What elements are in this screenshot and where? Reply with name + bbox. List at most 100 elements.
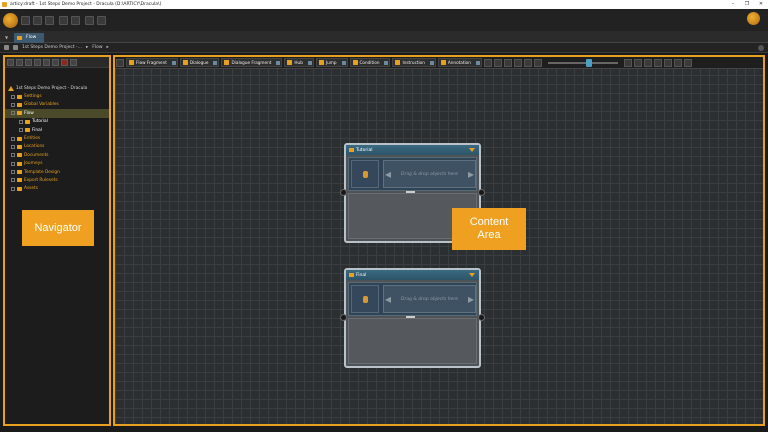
save-all-icon[interactable] [33, 15, 42, 25]
flow-fragment-button[interactable]: Flow Fragment [126, 58, 178, 67]
expand-icon[interactable] [11, 170, 15, 175]
home-icon[interactable] [4, 45, 9, 50]
export-image-icon[interactable] [643, 58, 652, 67]
template-select-icon[interactable] [213, 61, 218, 65]
user-menu-icon[interactable] [747, 12, 760, 25]
breadcrumb-flow[interactable]: Flow [92, 45, 102, 50]
zoom-slider[interactable] [547, 58, 618, 67]
layout-icon[interactable] [653, 58, 662, 67]
node-header[interactable]: Final [346, 270, 479, 280]
minimize-button[interactable]: – [726, 0, 740, 9]
tree-item-settings[interactable]: Settings [5, 92, 109, 100]
previous-arrow-icon[interactable]: ◂ [385, 292, 391, 306]
template-select-icon[interactable] [475, 61, 480, 65]
new-icon[interactable] [7, 58, 14, 66]
image-tool-icon[interactable] [493, 58, 502, 67]
expand-icon[interactable] [11, 161, 15, 166]
tree-item-project[interactable]: 1st Steps Demo Project - Dracula [5, 84, 109, 92]
jump-button[interactable]: Jump [315, 58, 348, 67]
expand-icon[interactable] [11, 136, 15, 141]
help-circle-icon[interactable] [97, 15, 106, 25]
input-pin[interactable] [340, 189, 347, 196]
speaker-slot[interactable] [351, 160, 379, 188]
back-icon[interactable] [13, 45, 18, 50]
next-arrow-icon[interactable]: ▸ [468, 167, 474, 181]
instruction-button[interactable]: Instruction [392, 58, 436, 67]
articy-logo-icon[interactable] [3, 12, 18, 28]
collapse-icon[interactable] [11, 111, 15, 116]
fit-view-icon[interactable] [623, 58, 632, 67]
tree-item-journeys[interactable]: Journeys [5, 160, 109, 168]
pin-icon[interactable] [633, 58, 642, 67]
node-header[interactable]: Tutorial [346, 145, 479, 155]
stop-icon[interactable] [61, 58, 68, 66]
close-button[interactable]: ✕ [754, 0, 768, 9]
breadcrumb-options-icon[interactable] [758, 45, 764, 51]
node-menu-icon[interactable] [469, 273, 475, 277]
tile-view-icon[interactable] [683, 58, 692, 67]
output-pin[interactable] [478, 189, 485, 196]
drop-zone[interactable]: ◂ Drag & drop objects here ▸ [383, 160, 476, 188]
template-select-icon[interactable] [171, 61, 176, 65]
speaker-slot[interactable] [351, 285, 379, 313]
flow-node-final[interactable]: Final ◂ Drag & drop objects here ▸ [340, 268, 485, 368]
expand-icon[interactable] [11, 153, 15, 158]
template-select-icon[interactable] [429, 61, 434, 65]
pointer-tool-icon[interactable] [116, 58, 124, 67]
delete-icon[interactable] [70, 58, 77, 66]
breadcrumb-project[interactable]: 1st Steps Demo Project -... [22, 45, 82, 50]
drop-zone[interactable]: ◂ Drag & drop objects here ▸ [383, 285, 476, 313]
tree-item-assets[interactable]: Assets [5, 185, 109, 193]
template-select-icon[interactable] [341, 61, 346, 65]
grid-view-icon[interactable] [663, 58, 672, 67]
expand-icon[interactable] [19, 119, 23, 124]
tree-item-global-variables[interactable]: Global Variables [5, 101, 109, 109]
window-icon[interactable] [45, 15, 54, 25]
tab-dropdown-icon[interactable]: ▼ [5, 35, 8, 40]
list-view-icon[interactable] [673, 58, 682, 67]
tree-item-flow[interactable]: Flow [5, 109, 109, 118]
dialogue-button[interactable]: Dialogue [179, 58, 220, 67]
previous-arrow-icon[interactable]: ◂ [385, 167, 391, 181]
output-pin[interactable] [478, 314, 485, 321]
tree-item-documents[interactable]: Documents [5, 151, 109, 159]
content-area[interactable]: Flow Fragment Dialogue Dialogue Fragment… [113, 55, 765, 426]
expand-icon[interactable] [19, 128, 23, 133]
node-menu-icon[interactable] [469, 148, 475, 152]
input-pin[interactable] [340, 314, 347, 321]
tree-item-entities[interactable]: Entities [5, 134, 109, 142]
tree-item-tutorial[interactable]: Tutorial [5, 118, 109, 126]
maximize-button[interactable]: ❐ [740, 0, 754, 9]
redo-icon[interactable] [71, 15, 80, 25]
expand-icon[interactable] [11, 102, 15, 107]
font-tool-icon[interactable] [523, 58, 532, 67]
undo-icon[interactable] [59, 15, 68, 25]
curve-tool-icon[interactable] [513, 58, 522, 67]
tree-item-template-design[interactable]: Template Design [5, 168, 109, 176]
hub-button[interactable]: Hub [284, 58, 314, 67]
link-tool-icon[interactable] [483, 58, 492, 67]
expand-icon[interactable] [11, 94, 15, 99]
tree-item-final[interactable]: Final [5, 126, 109, 134]
expand-icon[interactable] [11, 186, 15, 191]
zoom-slider-knob[interactable] [585, 58, 592, 67]
filter-icon[interactable] [34, 58, 41, 66]
refresh-icon[interactable] [52, 58, 59, 66]
dialogue-fragment-button[interactable]: Dialogue Fragment [221, 58, 283, 67]
tab-flow[interactable]: Flow [14, 33, 45, 43]
expand-icon[interactable] [11, 178, 15, 183]
settings-icon[interactable] [85, 15, 94, 25]
condition-button[interactable]: Condition [349, 58, 391, 67]
template-select-icon[interactable] [384, 61, 389, 65]
search-icon[interactable] [43, 58, 50, 66]
expand-icon[interactable] [11, 144, 15, 149]
tree-item-locations[interactable]: Locations [5, 143, 109, 151]
template-select-icon[interactable] [307, 61, 312, 65]
annotation-button[interactable]: Annotation [437, 58, 482, 67]
template-select-icon[interactable] [276, 61, 281, 65]
tree-item-export-rulesets[interactable]: Export Rulesets [5, 176, 109, 184]
paste-icon[interactable] [25, 58, 32, 66]
next-arrow-icon[interactable]: ▸ [468, 292, 474, 306]
save-icon[interactable] [21, 15, 30, 25]
zoom-icon[interactable] [533, 58, 542, 67]
